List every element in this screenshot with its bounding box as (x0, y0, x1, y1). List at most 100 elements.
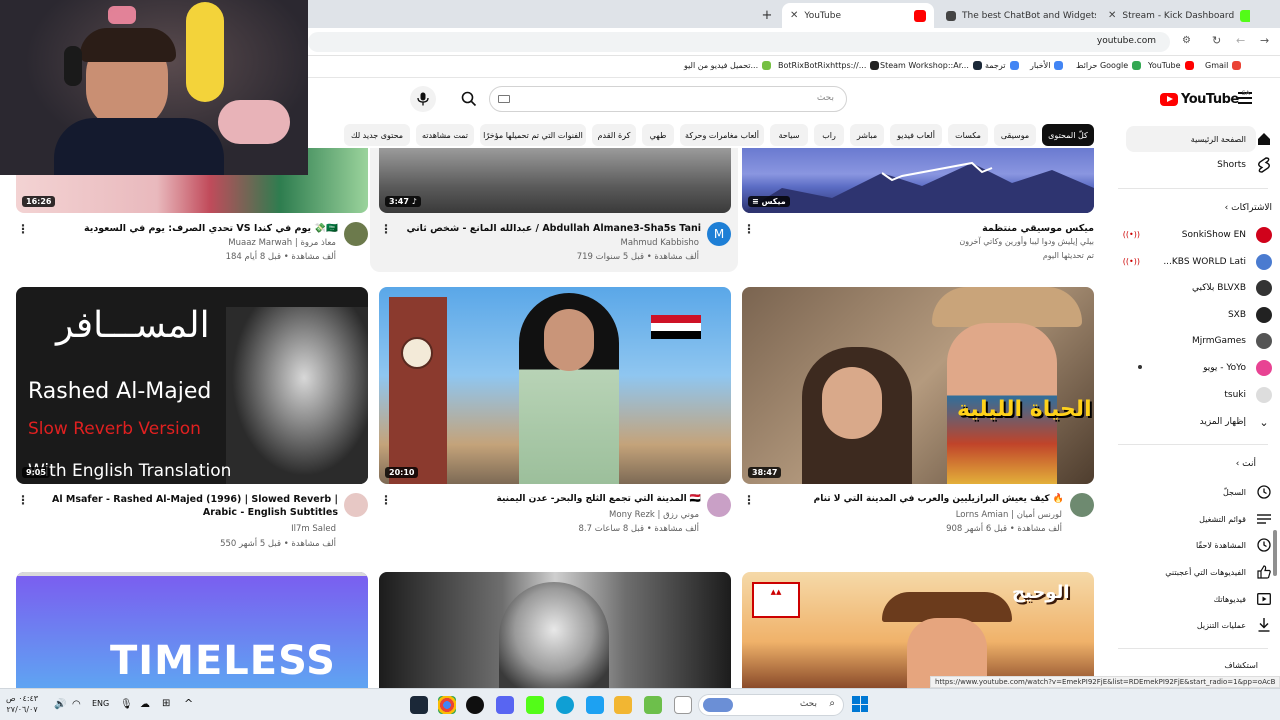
video-thumbnail[interactable]: ≡ ميكس (742, 148, 1094, 213)
bookmark-steam[interactable]: Steam Workshop::Ar... (880, 61, 982, 70)
kick-app-icon[interactable] (526, 696, 544, 714)
language-indicator[interactable]: ENG (92, 699, 109, 708)
url-field[interactable]: youtube.com (308, 32, 1170, 52)
chrome-icon[interactable] (438, 696, 456, 714)
chip-cooking[interactable]: طهي (642, 124, 674, 146)
sidebar-sub-kbs[interactable]: KBS WORLD Lati... (1163, 250, 1272, 274)
tab-kick[interactable]: ✕ Stream - Kick Dashboard (1100, 3, 1250, 28)
channel-name[interactable]: Muaaz Marwah | معاذ مروة (228, 238, 336, 248)
youtube-logo[interactable]: YouTube SA (1160, 90, 1250, 107)
minecraft-icon[interactable] (644, 696, 662, 714)
sidebar-item-downloads[interactable]: عمليات التنزيل (1197, 613, 1272, 637)
sidebar-sub-blvxb[interactable]: BLVXB بلاكبي (1192, 276, 1272, 300)
sidebar-sub-mjrmgames[interactable]: MjrmGames (1192, 329, 1272, 353)
subscriptions-header[interactable]: الاشتراكات › (1225, 203, 1272, 213)
sidebar-sub-yoyo[interactable]: YoYo - يويو (1203, 356, 1272, 380)
video-title[interactable]: Al Msafer - Rashed Al-Majed (1996) | Slo… (30, 493, 338, 521)
close-icon[interactable]: ✕ (790, 10, 798, 21)
chip-rap[interactable]: راب (814, 124, 844, 146)
chevron-up-icon[interactable]: ^ (184, 697, 193, 710)
video-title[interactable]: ميكس موسيقي منتظمة (760, 222, 1094, 235)
you-header[interactable]: أنت › (1236, 459, 1256, 469)
chip-live[interactable]: مباشر (850, 124, 884, 146)
bookmark-translate[interactable]: ترجمة (985, 61, 1019, 70)
chip-all[interactable]: كلّ المحتوى (1042, 124, 1094, 146)
scrollbar-thumb[interactable] (1273, 530, 1277, 576)
sidebar-item-liked[interactable]: الفيديوهات التي أعجبتني (1165, 560, 1272, 584)
video-thumbnail[interactable] (379, 572, 731, 688)
sidebar-sub-sxb[interactable]: SXB (1228, 303, 1272, 327)
sidebar-item-your-videos[interactable]: فيديوهاتك (1214, 587, 1272, 611)
task-view-icon[interactable] (674, 696, 692, 714)
edge-icon[interactable] (556, 696, 574, 714)
close-icon[interactable]: ✕ (1108, 10, 1116, 21)
channel-avatar[interactable]: M (707, 222, 731, 246)
more-options-icon[interactable]: ⋮ (380, 493, 392, 507)
video-thumbnail[interactable]: TIMELESS (16, 572, 368, 688)
chip-watched[interactable]: تمت مشاهدته (416, 124, 474, 146)
tab-chatbot[interactable]: The best ChatBot and Widgets ✕ (938, 3, 1096, 28)
video-title[interactable]: عبدالله المانع - شخص ثاني / Abdullah Alm… (396, 222, 701, 235)
channel-avatar[interactable] (707, 493, 731, 517)
video-thumbnail[interactable]: ▲▲ الوحيح (742, 572, 1094, 688)
wifi-icon[interactable]: ◠ (72, 699, 81, 710)
search-input[interactable]: بحث (489, 86, 847, 112)
video-thumbnail[interactable]: 20:10 (379, 287, 731, 484)
more-options-icon[interactable]: ⋮ (17, 222, 29, 236)
video-title[interactable]: كيف يعيش البرازيليين والعرب في المدينة ا… (760, 493, 1064, 506)
chip-mixes[interactable]: مكسات (948, 124, 988, 146)
chip-football[interactable]: كرة القدم (592, 124, 636, 146)
steam-icon[interactable] (410, 696, 428, 714)
more-options-icon[interactable]: ⋮ (17, 493, 29, 507)
show-more-button[interactable]: ⌄ إظهار المزيد (1200, 410, 1272, 434)
facebook-icon[interactable] (586, 696, 604, 714)
back-icon[interactable]: → (1260, 34, 1269, 47)
forward-icon[interactable]: ← (1236, 34, 1245, 47)
chip-new-to-you[interactable]: محتوى جديد لك (344, 124, 410, 146)
more-options-icon[interactable]: ⋮ (743, 493, 755, 507)
channel-avatar[interactable] (1070, 493, 1094, 517)
onedrive-icon[interactable]: ☁ (140, 699, 150, 710)
channel-name[interactable]: Mony Rezk | موني رزق (609, 510, 699, 520)
sidebar-item-shorts[interactable]: Shorts (1217, 153, 1272, 177)
keyboard-icon[interactable] (498, 95, 510, 103)
clock[interactable]: ٠٤:٤٣ ص ٢٧/٠٦/٠٧ (6, 693, 38, 715)
video-thumbnail[interactable]: 3:47 ♪ (379, 148, 731, 213)
search-button[interactable] (452, 86, 486, 112)
channel-avatar[interactable] (344, 493, 368, 517)
chip-action-adventure[interactable]: ألعاب مغامرات وحركة (680, 124, 764, 146)
bookmark-news[interactable]: الأخبار (1030, 61, 1064, 70)
bookmark-downloader[interactable]: تحميل فيديو من اليو... (684, 61, 772, 70)
channel-name[interactable]: Mahmud Kabbisho (621, 238, 700, 248)
chip-music[interactable]: موسيقى (994, 124, 1036, 146)
bookmark-botrix[interactable]: BotRixBotRixhttps://... (778, 61, 880, 70)
bookmark-maps[interactable]: حرائط Google (1076, 61, 1142, 70)
mic-tray-icon[interactable]: 🎙 (120, 699, 133, 710)
file-explorer-icon[interactable] (614, 696, 632, 714)
sidebar-item-history[interactable]: السجلّ (1223, 480, 1272, 504)
discord-icon[interactable] (496, 696, 514, 714)
channel-name[interactable]: Il7m Saled (291, 524, 336, 534)
more-options-icon[interactable]: ⋮ (380, 222, 392, 236)
channel-name[interactable]: Lorns Amian | لورنس أميان (956, 510, 1062, 520)
obs-icon[interactable] (466, 696, 484, 714)
sidebar-item-home-row[interactable]: الصفحة الرئيسية (1191, 127, 1272, 151)
taskbar-search[interactable]: بحث ⌕ (698, 694, 844, 716)
reload-icon[interactable]: ↻ (1212, 34, 1221, 47)
more-options-icon[interactable]: ⋮ (743, 222, 755, 236)
channel-avatar[interactable] (344, 222, 368, 246)
sidebar-sub-sonkishow[interactable]: SonkiShow EN (1182, 223, 1272, 247)
bookmark-youtube[interactable]: YouTube (1148, 61, 1194, 70)
chip-travel[interactable]: سياحة (770, 124, 808, 146)
network-icon[interactable]: ⊞ (162, 698, 170, 709)
chip-recently-uploaded[interactable]: الفنوات التي تم تحميلها مؤخرًا (480, 124, 586, 146)
bookmark-gmail[interactable]: Gmail (1205, 61, 1242, 70)
new-tab-button[interactable]: + (758, 3, 776, 28)
video-title[interactable]: المدينة التي تجمع الثلج والبحر- عدن اليم… (396, 493, 702, 506)
video-title[interactable]: تحدي الصرف: يوم في السعودية VS يوم في كن… (40, 222, 338, 235)
video-thumbnail[interactable]: الحياة الليلية 38:47 (742, 287, 1094, 484)
sidebar-item-playlists[interactable]: قوائم التشغيل (1199, 507, 1272, 531)
sidebar-item-watch-later[interactable]: المشاهدة لاحقًا (1196, 533, 1272, 557)
tab-youtube[interactable]: ✕ YouTube (782, 3, 934, 28)
video-thumbnail[interactable]: المســـافر Rashed Al-Majed Slow Reverb V… (16, 287, 368, 484)
